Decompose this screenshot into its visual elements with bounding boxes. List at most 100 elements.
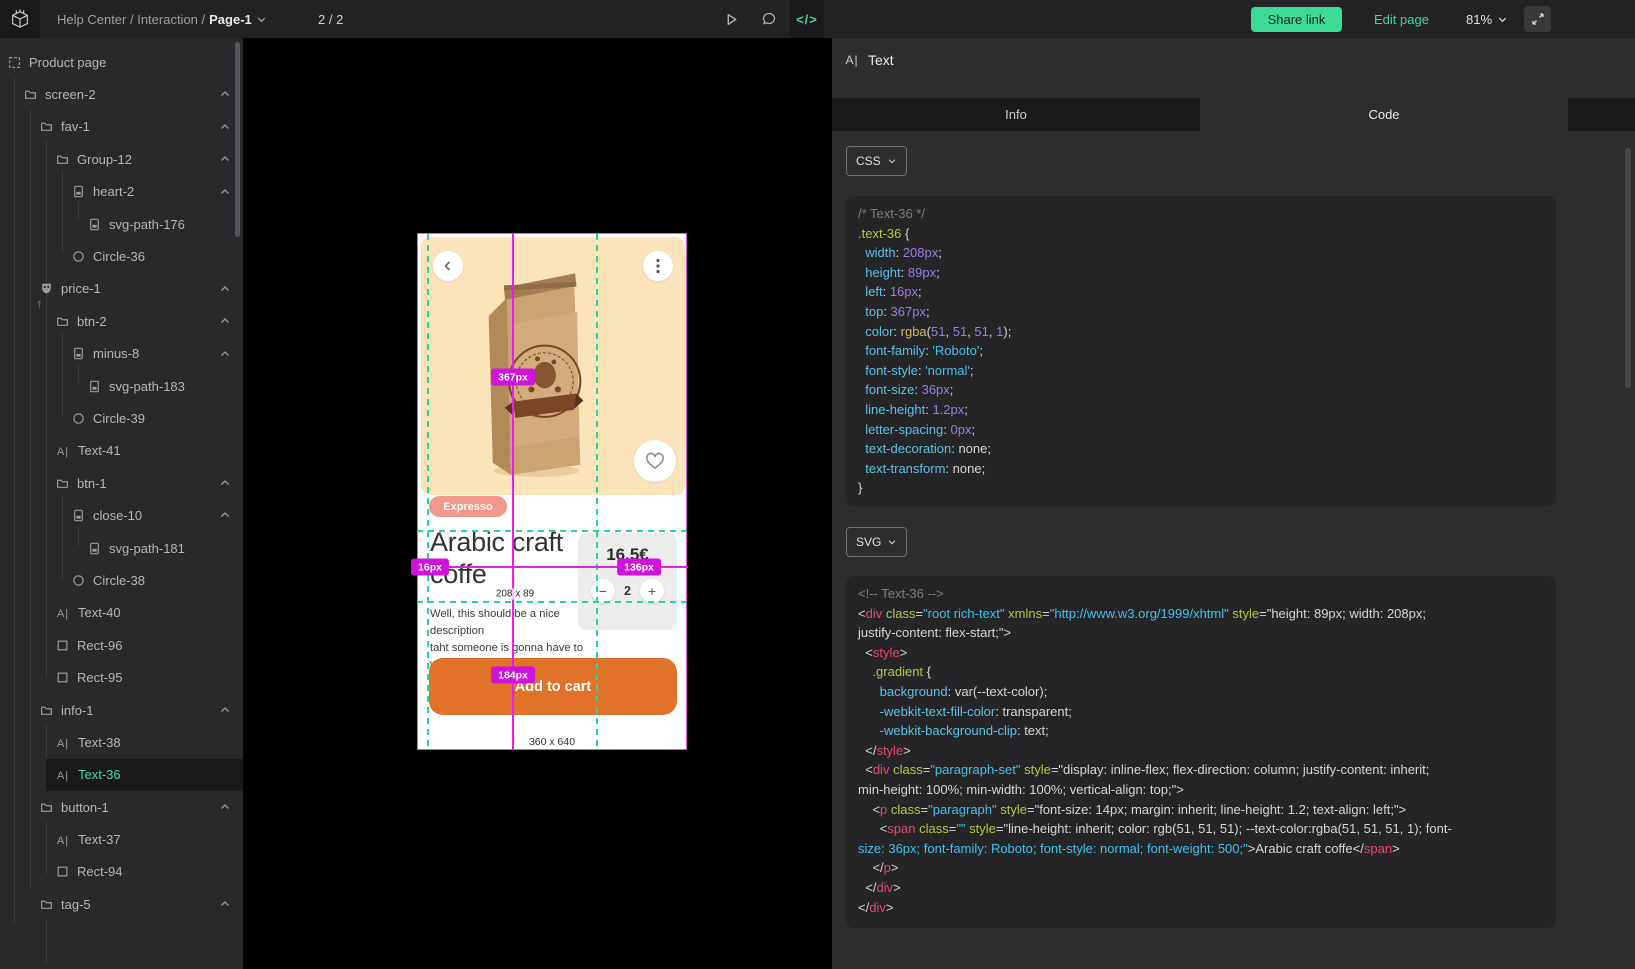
tab-info-label: Info xyxy=(1005,107,1027,122)
breadcrumb-path: Help Center / Interaction / xyxy=(57,12,205,27)
layer-label: Circle-36 xyxy=(93,249,145,264)
svg-layer-icon xyxy=(88,218,101,231)
layer-svg-path-181[interactable]: svg-path-181 xyxy=(0,532,243,564)
layer-label: Text-38 xyxy=(78,735,121,750)
layer-group-12[interactable]: Group-12 xyxy=(0,143,243,175)
guide-line-top xyxy=(417,530,688,532)
fullscreen-button[interactable] xyxy=(1524,6,1551,32)
layer-info-1[interactable]: info-1 xyxy=(0,694,243,726)
text-layer-icon: A| xyxy=(56,767,70,782)
layer-button-1[interactable]: button-1 xyxy=(0,791,243,823)
layer-label: Product page xyxy=(29,55,106,70)
code-icon: </> xyxy=(796,12,818,27)
layer-fav-1[interactable]: fav-1 xyxy=(0,111,243,143)
layer-heart-2[interactable]: heart-2 xyxy=(0,176,243,208)
design-canvas[interactable]: Expresso Arabic craft coffe 16.5€ − 2 + … xyxy=(243,38,832,969)
description-line-1: Well, this should be a nice description xyxy=(430,608,560,637)
layer-circle-36[interactable]: Circle-36 xyxy=(0,240,243,272)
panel-scrollbar[interactable] xyxy=(1625,148,1631,388)
css-language-select[interactable]: CSS xyxy=(846,146,907,176)
chevron-up-icon[interactable] xyxy=(219,509,231,521)
chevron-up-icon[interactable] xyxy=(219,477,231,489)
layer-rect-94[interactable]: Rect-94 xyxy=(0,856,243,888)
layer-label: fav-1 xyxy=(61,119,90,134)
tab-bar-filler xyxy=(1568,98,1635,131)
layers-tree: Product page screen-2 fav-1 Group-12 heart-2… xyxy=(0,46,243,921)
chevron-down-icon[interactable] xyxy=(256,14,267,25)
layer-circle-38[interactable]: Circle-38 xyxy=(0,564,243,596)
back-button[interactable] xyxy=(433,251,463,281)
chevron-up-icon[interactable] xyxy=(219,315,231,327)
layer-btn-1[interactable]: btn-1 xyxy=(0,467,243,499)
edit-page-link[interactable]: Edit page xyxy=(1374,0,1429,38)
circle-layer-icon xyxy=(72,412,85,425)
minus-icon: − xyxy=(599,583,607,599)
layer-text-38[interactable]: A|Text-38 xyxy=(0,726,243,758)
layer-label: Rect-96 xyxy=(77,638,123,653)
code-line: font-style: 'normal'; xyxy=(858,361,1544,381)
folder-layer-icon xyxy=(56,153,69,166)
layer-close-10[interactable]: close-10 xyxy=(0,499,243,531)
chevron-up-icon[interactable] xyxy=(219,121,231,133)
layer-label: Circle-38 xyxy=(93,573,145,588)
heart-icon xyxy=(645,452,665,470)
layer-text-40[interactable]: A|Text-40 xyxy=(0,597,243,629)
quantity-minus-button[interactable]: − xyxy=(591,579,615,603)
box-logo-icon xyxy=(9,8,31,30)
layer-label: Text-40 xyxy=(78,605,121,620)
layer-text-37[interactable]: A|Text-37 xyxy=(0,823,243,855)
code-line: /* Text-36 */ xyxy=(858,204,1544,224)
app-logo[interactable] xyxy=(0,0,40,38)
chevron-up-icon[interactable] xyxy=(219,801,231,813)
measure-badge-bottom: 184px xyxy=(491,667,535,684)
chevron-up-icon[interactable] xyxy=(219,186,231,198)
coffee-bag-image xyxy=(479,253,589,479)
layer-label: btn-1 xyxy=(77,476,107,491)
layer-svg-path-183[interactable]: svg-path-183 xyxy=(0,370,243,402)
chevron-up-icon[interactable] xyxy=(219,283,231,295)
layer-label: svg-path-181 xyxy=(109,541,185,556)
tab-code-label: Code xyxy=(1368,107,1399,122)
layer-svg-path-176[interactable]: svg-path-176 xyxy=(0,208,243,240)
sidebar-scrollbar[interactable] xyxy=(235,42,240,237)
code-mode-button[interactable]: </> xyxy=(790,0,824,38)
layer-screen-2[interactable]: screen-2 xyxy=(0,78,243,110)
layer-rect-95[interactable]: Rect-95 xyxy=(0,661,243,693)
tab-info[interactable]: Info xyxy=(832,98,1200,131)
artboard-product-page[interactable]: Expresso Arabic craft coffe 16.5€ − 2 + … xyxy=(417,233,687,750)
chevron-up-icon[interactable] xyxy=(219,898,231,910)
product-tag-badge[interactable]: Expresso xyxy=(429,496,507,517)
layer-text-36[interactable]: A|Text-36 xyxy=(0,759,243,791)
layer-minus-8[interactable]: minus-8 xyxy=(0,338,243,370)
chevron-up-icon[interactable] xyxy=(219,348,231,360)
comment-button[interactable] xyxy=(752,0,786,38)
svg-select-value: SVG xyxy=(856,535,881,549)
chevron-up-icon[interactable] xyxy=(219,704,231,716)
layer-circle-39[interactable]: Circle-39 xyxy=(0,402,243,434)
layer-label: Group-12 xyxy=(77,152,132,167)
chevron-up-icon[interactable] xyxy=(219,153,231,165)
layer-text-41[interactable]: A|Text-41 xyxy=(0,435,243,467)
code-line: font-size: 36px; xyxy=(858,380,1544,400)
tab-code[interactable]: Code xyxy=(1200,98,1568,131)
svg-code-block: <!-- Text-36 --><div class="root rich-te… xyxy=(846,576,1556,928)
breadcrumb[interactable]: Help Center / Interaction / Page-1 xyxy=(57,0,267,38)
svg-language-select[interactable]: SVG xyxy=(846,527,907,557)
favorite-button[interactable] xyxy=(634,440,676,482)
code-line: letter-spacing: 0px; xyxy=(858,420,1544,440)
add-to-cart-button[interactable]: Add to cart xyxy=(429,658,677,715)
text-layer-icon: A| xyxy=(56,832,70,847)
play-button[interactable] xyxy=(714,0,748,38)
chevron-up-icon[interactable] xyxy=(219,88,231,100)
code-line: } xyxy=(858,478,1544,498)
layer-product-page[interactable]: Product page xyxy=(0,46,243,78)
code-line: <!-- Text-36 --> xyxy=(858,584,1544,604)
guide-line-right xyxy=(596,234,598,750)
layer-rect-96[interactable]: Rect-96 xyxy=(0,629,243,661)
layer-tag-5[interactable]: tag-5 xyxy=(0,888,243,920)
code-line: justify-content: flex-start;"> xyxy=(858,623,1544,643)
zoom-level-control[interactable]: 81% xyxy=(1466,0,1508,38)
quantity-plus-button[interactable]: + xyxy=(640,579,664,603)
more-options-button[interactable] xyxy=(643,251,673,281)
share-link-button[interactable]: Share link xyxy=(1251,7,1342,32)
